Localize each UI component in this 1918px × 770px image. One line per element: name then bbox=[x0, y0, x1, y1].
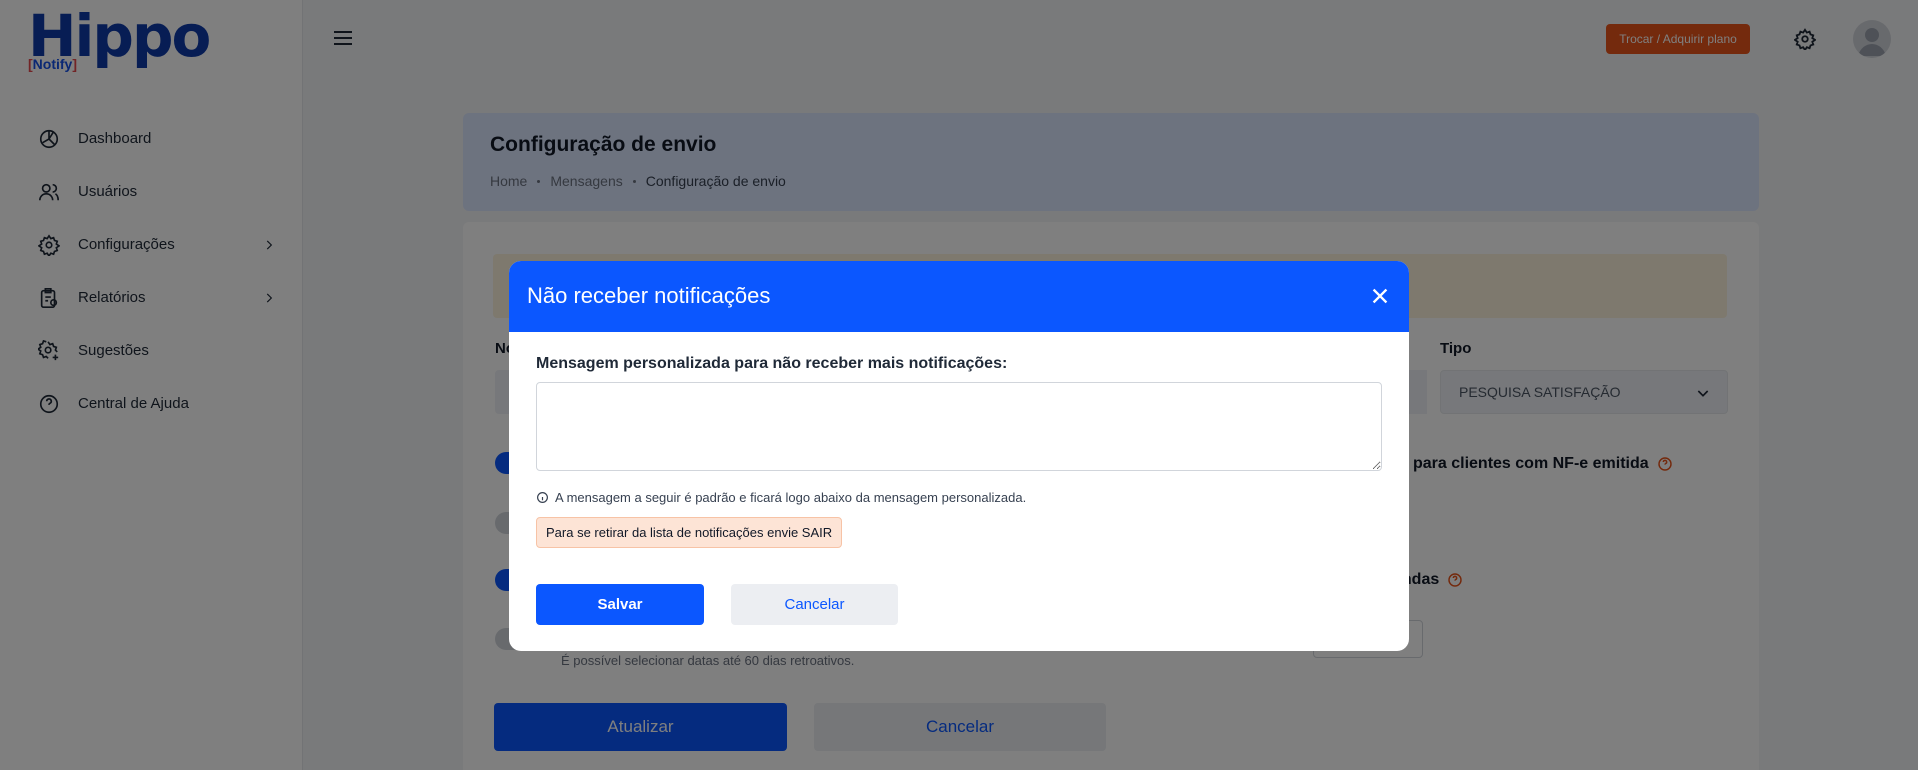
default-message-badge: Para se retirar da lista de notificações… bbox=[536, 517, 843, 548]
modal-cancel-button[interactable]: Cancelar bbox=[731, 584, 898, 625]
close-icon[interactable] bbox=[1369, 285, 1391, 307]
modal-title: Não receber notificações bbox=[527, 283, 771, 308]
save-button[interactable]: Salvar bbox=[536, 584, 704, 625]
info-text: A mensagem a seguir é padrão e ficará lo… bbox=[555, 490, 1027, 505]
custom-message-label: Mensagem personalizada para não receber … bbox=[536, 355, 1008, 372]
modal-header: Não receber notificações bbox=[509, 261, 1409, 332]
info-note: A mensagem a seguir é padrão e ficará lo… bbox=[536, 490, 1026, 505]
custom-message-input[interactable] bbox=[536, 382, 1382, 471]
info-icon bbox=[537, 492, 548, 503]
unsubscribe-modal: Não receber notificações Mensagem person… bbox=[509, 261, 1409, 651]
